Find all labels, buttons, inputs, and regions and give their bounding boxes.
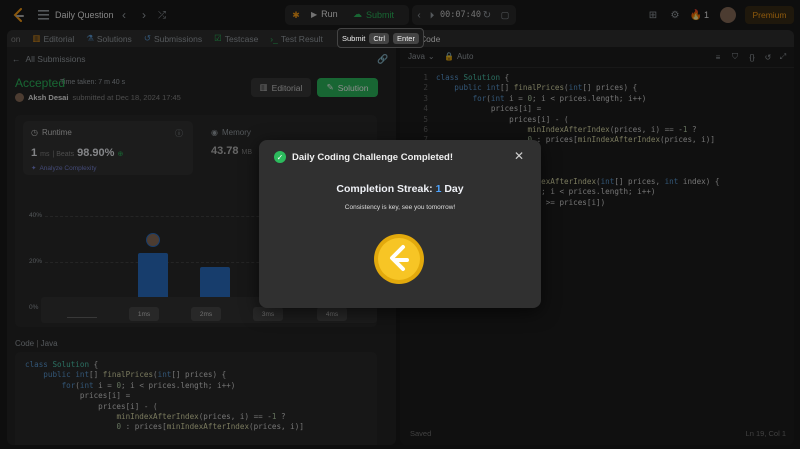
streak-label: Completion Streak: (336, 183, 433, 195)
daily-challenge-modal: ✓ Daily Coding Challenge Completed! ✕ Co… (259, 140, 541, 308)
modal-title: Daily Coding Challenge Completed! (292, 152, 453, 163)
check-circle-icon: ✓ (274, 151, 286, 163)
submit-shortcut-tooltip: Submit Ctrl Enter (337, 28, 424, 48)
tooltip-key: Enter (393, 32, 419, 44)
streak-value: 1 (435, 183, 442, 195)
modal-message: Consistency is key, see you tomorrow! (344, 204, 456, 211)
coin-badge-icon (373, 233, 425, 285)
completion-streak: Completion Streak: 1 Day (259, 183, 541, 195)
close-icon[interactable]: ✕ (512, 149, 526, 163)
tooltip-key: Ctrl (369, 32, 390, 44)
tooltip-label: Submit (342, 33, 366, 43)
streak-unit: Day (444, 183, 464, 195)
